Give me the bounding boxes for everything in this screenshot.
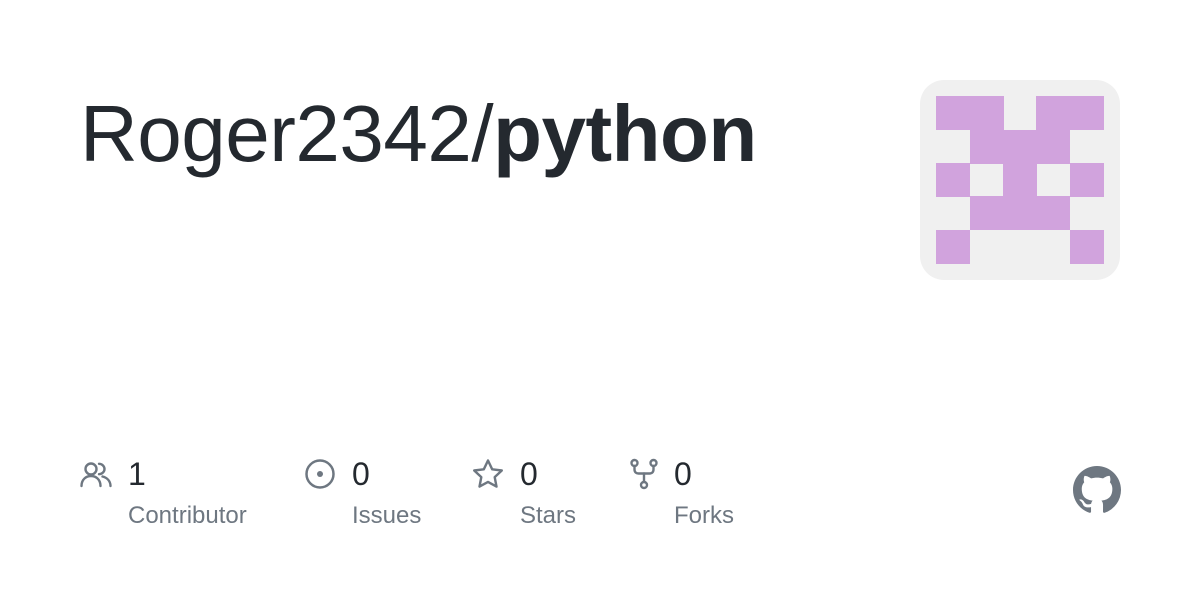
social-preview-card: Roger2342/python 1 Contributor 0 Issues …: [0, 0, 1200, 600]
repository-owner: Roger2342/: [80, 89, 494, 178]
contributors-label: Contributor: [128, 502, 247, 529]
issue-opened-icon: [305, 459, 335, 489]
stars-count: 0: [520, 456, 538, 492]
repository-stats: 1 Contributor 0 Issues 0 Stars 0 Forks: [80, 456, 780, 546]
github-mark-icon[interactable]: [1073, 466, 1121, 514]
identicon-icon: [936, 96, 1104, 264]
repository-name: python: [493, 89, 757, 178]
forks-label: Forks: [674, 502, 734, 529]
issues-count: 0: [352, 456, 370, 492]
contributors-count: 1: [128, 456, 146, 492]
people-icon: [80, 462, 112, 488]
repository-title: Roger2342/python: [80, 86, 757, 182]
stars-label: Stars: [520, 502, 577, 529]
repo-forked-icon: [630, 458, 658, 490]
star-icon: [473, 459, 503, 488]
forks-count: 0: [674, 456, 692, 492]
issues-label: Issues: [352, 502, 422, 529]
owner-avatar: [920, 80, 1120, 280]
